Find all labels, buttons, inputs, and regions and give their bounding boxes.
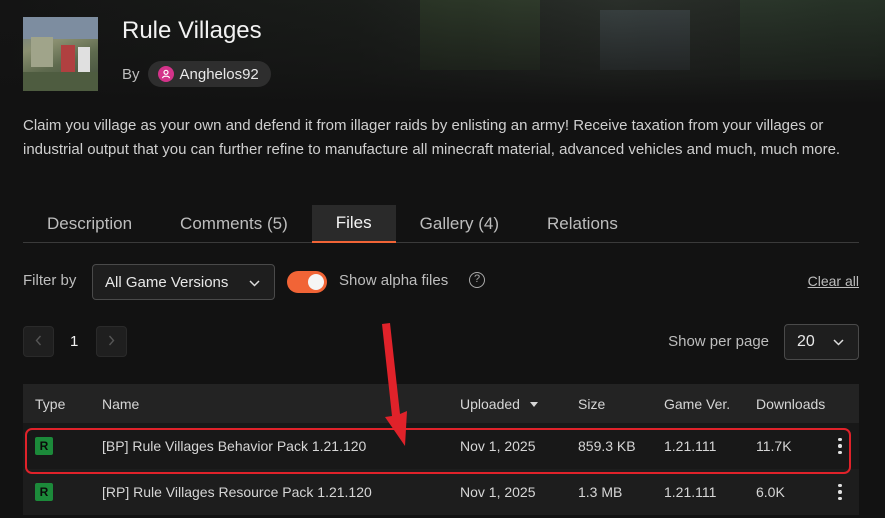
file-downloads: 11.7K xyxy=(756,438,792,454)
file-downloads: 6.0K xyxy=(756,484,785,500)
sort-down-icon xyxy=(529,402,538,408)
release-badge: R xyxy=(35,483,53,501)
file-uploaded: Nov 1, 2025 xyxy=(460,484,536,500)
header-name: Name xyxy=(102,395,140,412)
thumbnail-detail xyxy=(61,45,75,75)
file-name-link[interactable]: [BP] Rule Villages Behavior Pack 1.21.12… xyxy=(102,438,366,454)
header-uploaded[interactable]: Uploaded xyxy=(460,396,538,412)
author-name: Anghelos92 xyxy=(179,65,259,83)
release-type: R xyxy=(35,437,53,455)
hero-banner xyxy=(0,0,885,105)
toggle-knob xyxy=(308,274,324,290)
tab-comments[interactable]: Comments (5) xyxy=(156,205,312,243)
header-game-version: Game Ver. xyxy=(664,395,731,412)
header-downloads: Downloads xyxy=(756,395,826,412)
kebab-menu-icon[interactable] xyxy=(837,483,843,501)
thumbnail-detail xyxy=(23,17,98,39)
release-badge: R xyxy=(35,437,53,455)
per-page-select[interactable]: 20 xyxy=(784,324,859,360)
tab-description[interactable]: Description xyxy=(23,205,156,243)
chevron-left-icon xyxy=(35,334,42,349)
filter-bar: Filter by All Game Versions Show alpha f… xyxy=(23,264,859,300)
project-title: Rule Villages xyxy=(122,17,262,44)
prev-page-button[interactable] xyxy=(23,326,54,357)
file-size: 1.3 MB xyxy=(578,484,623,500)
file-uploaded: Nov 1, 2025 xyxy=(460,438,536,454)
filter-label: Filter by xyxy=(23,272,77,289)
header-size: Size xyxy=(578,395,606,412)
table-row[interactable]: R [RP] Rule Villages Resource Pack 1.21.… xyxy=(23,469,859,515)
file-game-version: 1.21.111 xyxy=(664,438,717,454)
next-page-button[interactable] xyxy=(96,326,127,357)
tab-files[interactable]: Files xyxy=(311,205,396,243)
game-version-value: All Game Versions xyxy=(105,273,229,291)
files-table: Type Name Uploaded Size Game Ver. Downlo… xyxy=(23,384,859,515)
kebab-menu-icon[interactable] xyxy=(837,437,843,455)
header-uploaded-label: Uploaded xyxy=(460,395,520,412)
project-summary: Claim you village as your own and defend… xyxy=(23,117,841,158)
byline: By Anghelos92 xyxy=(122,61,271,87)
author-link[interactable]: Anghelos92 xyxy=(147,61,271,87)
alpha-files-toggle[interactable] xyxy=(287,271,327,293)
project-tabs: Description Comments (5) Files Gallery (… xyxy=(23,205,859,243)
file-name-link[interactable]: [RP] Rule Villages Resource Pack 1.21.12… xyxy=(102,484,372,500)
thumbnail-detail xyxy=(78,47,90,75)
per-page-value: 20 xyxy=(797,333,815,350)
hero-decoration xyxy=(740,0,885,80)
header-type: Type xyxy=(35,395,66,412)
tab-gallery[interactable]: Gallery (4) xyxy=(396,205,523,243)
pagination: 1 Show per page 20 xyxy=(23,324,859,360)
file-game-version: 1.21.111 xyxy=(664,484,717,500)
user-icon xyxy=(157,66,174,82)
file-size: 859.3 KB xyxy=(578,438,636,454)
chevron-down-icon xyxy=(249,274,260,291)
chevron-down-icon xyxy=(833,333,844,351)
game-version-select[interactable]: All Game Versions xyxy=(92,264,275,300)
current-page: 1 xyxy=(70,333,79,350)
release-type: R xyxy=(35,483,53,501)
tab-relations[interactable]: Relations xyxy=(523,205,642,243)
by-label: By xyxy=(122,65,140,83)
hero-decoration xyxy=(420,0,540,70)
clear-all-link[interactable]: Clear all xyxy=(808,273,859,289)
table-header: Type Name Uploaded Size Game Ver. Downlo… xyxy=(23,384,859,423)
project-thumbnail[interactable] xyxy=(23,17,98,91)
table-row[interactable]: R [BP] Rule Villages Behavior Pack 1.21.… xyxy=(23,423,859,469)
question-circle-icon[interactable]: ? xyxy=(469,272,485,288)
hero-decoration xyxy=(600,10,690,70)
per-page-label: Show per page xyxy=(668,333,769,350)
thumbnail-detail xyxy=(31,37,53,67)
chevron-right-icon xyxy=(108,334,115,349)
thumbnail-detail xyxy=(23,72,98,91)
alpha-files-label: Show alpha files xyxy=(339,272,449,289)
